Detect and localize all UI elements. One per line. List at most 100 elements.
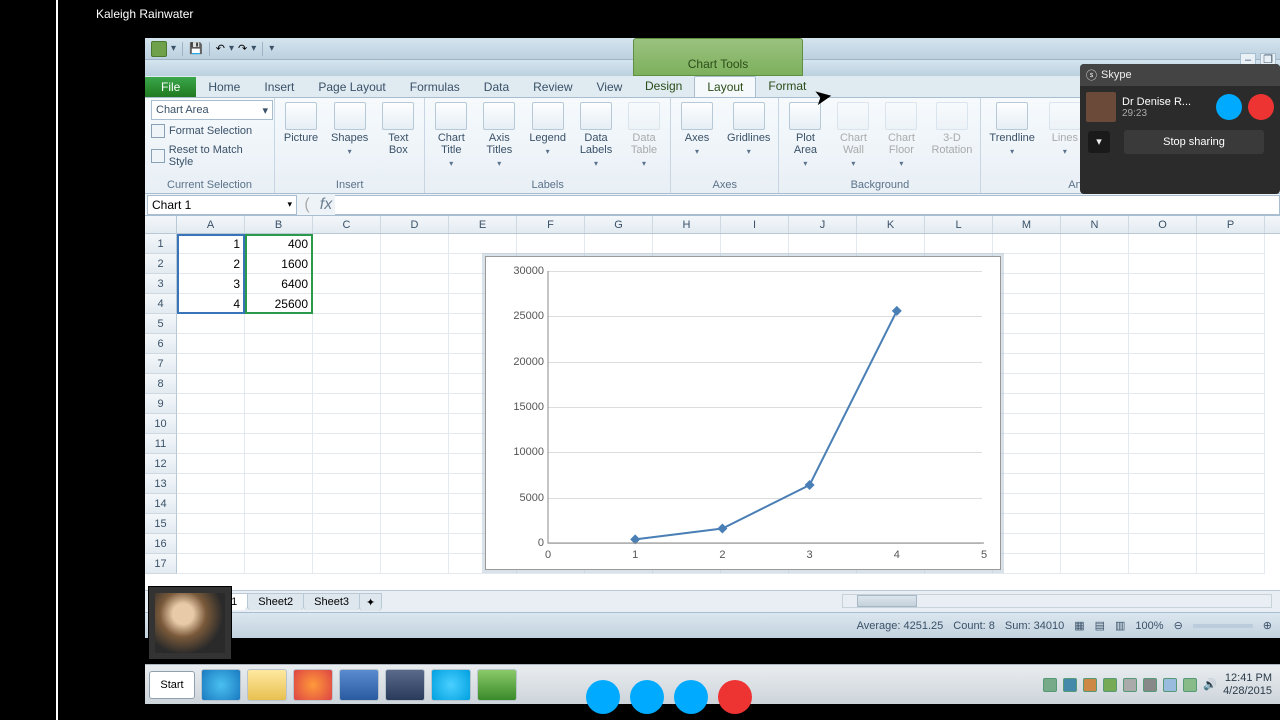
- row-header[interactable]: 10: [145, 414, 177, 434]
- formula-bar[interactable]: [335, 195, 1280, 215]
- cell[interactable]: [993, 494, 1061, 514]
- cell[interactable]: [381, 394, 449, 414]
- save-icon[interactable]: 💾: [189, 42, 203, 55]
- stop-sharing-button[interactable]: Stop sharing: [1124, 130, 1264, 154]
- cell[interactable]: [381, 514, 449, 534]
- cell[interactable]: [177, 434, 245, 454]
- cell[interactable]: [1197, 554, 1265, 574]
- view-normal-icon[interactable]: ▦: [1074, 619, 1084, 632]
- taskbar-excel-icon[interactable]: [477, 669, 517, 701]
- gridlines-button[interactable]: Gridlines▾: [725, 100, 772, 160]
- cell[interactable]: [313, 534, 381, 554]
- sheet-tab-2[interactable]: Sheet2: [247, 593, 304, 610]
- column-header[interactable]: L: [925, 216, 993, 233]
- tab-layout[interactable]: Layout: [694, 76, 756, 97]
- qat-dropdown-icon[interactable]: ▾: [171, 43, 176, 54]
- select-all-corner[interactable]: [145, 216, 177, 234]
- tab-formulas[interactable]: Formulas: [398, 77, 472, 97]
- taskbar-firefox-icon[interactable]: [293, 669, 333, 701]
- taskbar-clock[interactable]: 12:41 PM 4/28/2015: [1223, 672, 1272, 698]
- cell[interactable]: [1197, 394, 1265, 414]
- zoom-slider[interactable]: [1193, 624, 1253, 628]
- cell[interactable]: [245, 454, 313, 474]
- reset-style-button[interactable]: Reset to Match Style: [151, 142, 268, 170]
- column-header[interactable]: H: [653, 216, 721, 233]
- column-header[interactable]: B: [245, 216, 313, 233]
- cell[interactable]: [381, 454, 449, 474]
- skype-mic-button[interactable]: [1216, 94, 1242, 120]
- cell[interactable]: [245, 374, 313, 394]
- column-header[interactable]: K: [857, 216, 925, 233]
- row-header[interactable]: 3: [145, 274, 177, 294]
- tab-page-layout[interactable]: Page Layout: [306, 77, 397, 97]
- cell[interactable]: [177, 474, 245, 494]
- cell[interactable]: [177, 414, 245, 434]
- zoom-in-button[interactable]: ⊕: [1263, 619, 1272, 632]
- cell[interactable]: [313, 254, 381, 274]
- cell[interactable]: [1197, 414, 1265, 434]
- cell[interactable]: [381, 294, 449, 314]
- data-table-button[interactable]: Data Table▾: [624, 100, 664, 172]
- cell[interactable]: [1129, 274, 1197, 294]
- cell[interactable]: [993, 474, 1061, 494]
- name-box[interactable]: Chart 1▾: [147, 195, 297, 215]
- tab-format[interactable]: Format: [756, 76, 818, 97]
- cell[interactable]: [177, 454, 245, 474]
- row-header[interactable]: 5: [145, 314, 177, 334]
- cell[interactable]: [1129, 554, 1197, 574]
- cell[interactable]: [245, 474, 313, 494]
- chart-element-selector[interactable]: Chart Area▾: [151, 100, 273, 120]
- callbar-add-button[interactable]: [674, 680, 708, 714]
- cell[interactable]: [1129, 434, 1197, 454]
- cell[interactable]: [245, 514, 313, 534]
- cell[interactable]: [1197, 374, 1265, 394]
- cell[interactable]: [245, 334, 313, 354]
- cell[interactable]: [721, 234, 789, 254]
- column-header[interactable]: A: [177, 216, 245, 233]
- row-header[interactable]: 11: [145, 434, 177, 454]
- cell[interactable]: [381, 554, 449, 574]
- column-header[interactable]: J: [789, 216, 857, 233]
- cell[interactable]: [857, 234, 925, 254]
- cell[interactable]: [1061, 454, 1129, 474]
- row-header[interactable]: 1: [145, 234, 177, 254]
- customize-qat-icon[interactable]: ▾: [269, 43, 274, 54]
- start-button[interactable]: Start: [149, 671, 195, 699]
- cell[interactable]: [449, 234, 517, 254]
- axis-titles-button[interactable]: Axis Titles▾: [479, 100, 519, 172]
- cell[interactable]: [1129, 514, 1197, 534]
- cell[interactable]: [177, 334, 245, 354]
- cell[interactable]: [993, 234, 1061, 254]
- tab-home[interactable]: Home: [196, 77, 252, 97]
- cell[interactable]: [1129, 314, 1197, 334]
- cell[interactable]: [313, 374, 381, 394]
- embedded-chart[interactable]: 050001000015000200002500030000012345: [485, 256, 1001, 570]
- cell[interactable]: [1129, 354, 1197, 374]
- cell[interactable]: [1061, 374, 1129, 394]
- fx-icon[interactable]: fx: [317, 196, 335, 214]
- cell[interactable]: [1129, 374, 1197, 394]
- column-header[interactable]: N: [1061, 216, 1129, 233]
- tray-icon[interactable]: [1123, 678, 1137, 692]
- cell[interactable]: [993, 354, 1061, 374]
- cell[interactable]: [381, 254, 449, 274]
- tab-view[interactable]: View: [585, 77, 635, 97]
- new-sheet-button[interactable]: ✦: [359, 593, 382, 611]
- cell[interactable]: [1197, 294, 1265, 314]
- cell[interactable]: [1129, 294, 1197, 314]
- cell[interactable]: [1197, 354, 1265, 374]
- cell[interactable]: [177, 354, 245, 374]
- cell[interactable]: 1: [177, 234, 245, 254]
- row-header[interactable]: 16: [145, 534, 177, 554]
- tab-data[interactable]: Data: [472, 77, 521, 97]
- tray-icon[interactable]: [1083, 678, 1097, 692]
- cell[interactable]: [1129, 454, 1197, 474]
- column-header[interactable]: M: [993, 216, 1061, 233]
- cell[interactable]: [1061, 434, 1129, 454]
- cell[interactable]: [993, 534, 1061, 554]
- cell[interactable]: [993, 254, 1061, 274]
- cell[interactable]: 6400: [245, 274, 313, 294]
- cell[interactable]: [1197, 254, 1265, 274]
- cell[interactable]: [1197, 314, 1265, 334]
- callbar-mic-button[interactable]: [630, 680, 664, 714]
